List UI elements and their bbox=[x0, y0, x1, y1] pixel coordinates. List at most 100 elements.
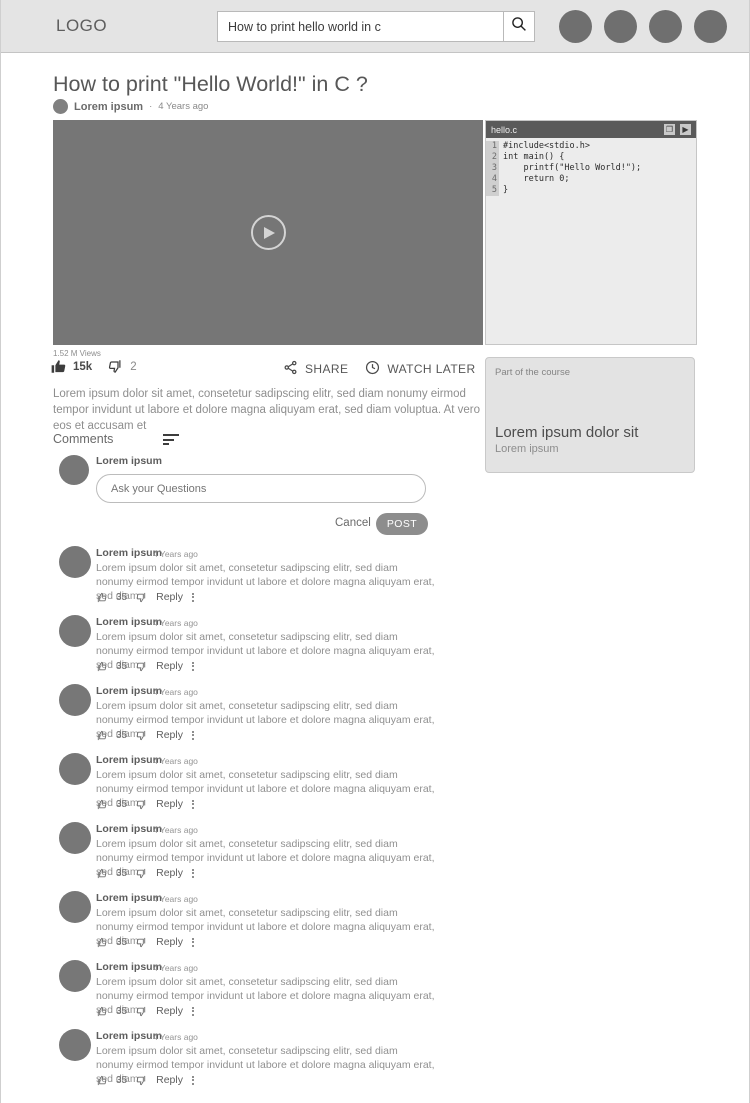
author-avatar bbox=[53, 99, 68, 114]
run-icon[interactable]: ▶ bbox=[680, 124, 691, 135]
video-action-bar: SHARE WATCH LATER bbox=[283, 360, 500, 378]
reply-button[interactable]: Reply bbox=[156, 729, 183, 741]
thumbs-up-icon[interactable] bbox=[96, 661, 107, 672]
current-user-name: Lorem ipsum bbox=[96, 455, 162, 467]
cancel-button[interactable]: Cancel bbox=[335, 517, 371, 529]
reply-button[interactable]: Reply bbox=[156, 1074, 183, 1086]
thumbs-up-icon[interactable] bbox=[96, 1006, 107, 1017]
code-panel: hello.c ❐ ▶ 1 2 3 4 5 #include<stdio.h> … bbox=[485, 120, 697, 345]
comment-like-count: 35 bbox=[116, 729, 128, 741]
thumbs-down-icon[interactable] bbox=[136, 730, 147, 741]
course-card-label: Part of the course bbox=[495, 367, 570, 378]
reply-button[interactable]: Reply bbox=[156, 660, 183, 672]
reply-button[interactable]: Reply bbox=[156, 798, 183, 810]
page-title: How to print "Hello World!" in C ? bbox=[53, 72, 368, 96]
avatar[interactable] bbox=[559, 10, 592, 43]
reply-button[interactable]: Reply bbox=[156, 1005, 183, 1017]
thumbs-up-icon[interactable] bbox=[96, 592, 107, 603]
author-name[interactable]: Lorem ipsum bbox=[74, 101, 143, 113]
comment-item: Lorem ipsum 4 Years ago Lorem ipsum dolo… bbox=[1, 957, 749, 1026]
thumbs-down-icon[interactable] bbox=[108, 359, 123, 374]
copy-icon[interactable]: ❐ bbox=[664, 124, 675, 135]
play-triangle-icon bbox=[264, 226, 275, 239]
thumbs-up-icon[interactable] bbox=[96, 730, 107, 741]
comment-time: 4 Years ago bbox=[153, 549, 198, 559]
avatar[interactable] bbox=[59, 615, 91, 647]
avatar[interactable] bbox=[59, 546, 91, 578]
code-panel-titlebar: hello.c ❐ ▶ bbox=[486, 121, 696, 138]
avatar[interactable] bbox=[59, 822, 91, 854]
view-count: 1.52 M Views bbox=[53, 349, 101, 358]
comment-actions: 35 Reply bbox=[96, 867, 194, 879]
thumbs-up-icon[interactable] bbox=[51, 359, 66, 374]
play-button-icon[interactable] bbox=[250, 215, 286, 250]
thumbs-up-icon[interactable] bbox=[96, 799, 107, 810]
avatar[interactable] bbox=[649, 10, 682, 43]
avatar[interactable] bbox=[59, 753, 91, 785]
search-button[interactable] bbox=[504, 11, 535, 42]
comment-actions: 35 Reply bbox=[96, 729, 194, 741]
post-button[interactable]: POST bbox=[376, 513, 428, 535]
thumbs-up-icon[interactable] bbox=[96, 937, 107, 948]
rating-bar: 15k 2 bbox=[51, 359, 137, 374]
avatar[interactable] bbox=[604, 10, 637, 43]
comment-more-icon[interactable] bbox=[191, 1006, 194, 1016]
video-description: Lorem ipsum dolor sit amet, consetetur s… bbox=[53, 388, 481, 432]
comment-input-wrapper[interactable] bbox=[96, 474, 426, 503]
comment-more-icon[interactable] bbox=[191, 592, 194, 602]
comment-actions: 35 Reply bbox=[96, 1005, 194, 1017]
comment-like-count: 35 bbox=[116, 1005, 128, 1017]
video-player[interactable] bbox=[53, 120, 483, 345]
watch-later-button[interactable]: WATCH LATER bbox=[365, 360, 475, 378]
comment-more-icon[interactable] bbox=[191, 799, 194, 809]
thumbs-down-icon[interactable] bbox=[136, 799, 147, 810]
byline: Lorem ipsum · 4 Years ago bbox=[53, 99, 208, 114]
reply-button[interactable]: Reply bbox=[156, 867, 183, 879]
search-icon bbox=[511, 16, 527, 37]
avatar[interactable] bbox=[59, 891, 91, 923]
code-content[interactable]: #include<stdio.h> int main() { printf("H… bbox=[499, 141, 641, 196]
comments-heading: Comments bbox=[53, 432, 114, 446]
comment-more-icon[interactable] bbox=[191, 730, 194, 740]
thumbs-down-icon[interactable] bbox=[136, 592, 147, 603]
code-panel-actions: ❐ ▶ bbox=[664, 124, 691, 135]
comment-actions: 35 Reply bbox=[96, 936, 194, 948]
share-button[interactable]: SHARE bbox=[283, 360, 348, 378]
thumbs-up-icon[interactable] bbox=[96, 1075, 107, 1086]
comment-more-icon[interactable] bbox=[191, 1075, 194, 1085]
code-line-numbers: 1 2 3 4 5 bbox=[486, 141, 499, 196]
sort-icon[interactable] bbox=[163, 434, 179, 448]
comment-more-icon[interactable] bbox=[191, 661, 194, 671]
reply-button[interactable]: Reply bbox=[156, 591, 183, 603]
comment-time: 4 Years ago bbox=[153, 894, 198, 904]
thumbs-up-icon[interactable] bbox=[96, 868, 107, 879]
avatar[interactable] bbox=[59, 1029, 91, 1061]
comment-item: Lorem ipsum 4 Years ago Lorem ipsum dolo… bbox=[1, 819, 749, 888]
thumbs-down-icon[interactable] bbox=[136, 937, 147, 948]
comment-like-count: 35 bbox=[116, 867, 128, 879]
comment-more-icon[interactable] bbox=[191, 937, 194, 947]
course-card[interactable]: Part of the course Lorem ipsum dolor sit… bbox=[485, 357, 695, 473]
comment-item: Lorem ipsum 4 Years ago Lorem ipsum dolo… bbox=[1, 612, 749, 681]
search-input[interactable] bbox=[218, 12, 503, 41]
comment-more-icon[interactable] bbox=[191, 868, 194, 878]
avatar[interactable] bbox=[59, 684, 91, 716]
comment-actions: 35 Reply bbox=[96, 1074, 194, 1086]
search-input-wrapper[interactable] bbox=[217, 11, 504, 42]
comment-like-count: 35 bbox=[116, 591, 128, 603]
avatar[interactable] bbox=[59, 960, 91, 992]
share-icon bbox=[283, 360, 298, 378]
comment-like-count: 35 bbox=[116, 1074, 128, 1086]
avatar[interactable] bbox=[694, 10, 727, 43]
comment-input[interactable] bbox=[97, 475, 425, 502]
thumbs-down-icon[interactable] bbox=[136, 868, 147, 879]
comment-time: 4 Years ago bbox=[153, 687, 198, 697]
logo[interactable]: LOGO bbox=[56, 16, 107, 36]
posted-time: 4 Years ago bbox=[158, 101, 209, 112]
thumbs-down-icon[interactable] bbox=[136, 1006, 147, 1017]
thumbs-down-icon[interactable] bbox=[136, 661, 147, 672]
reply-button[interactable]: Reply bbox=[156, 936, 183, 948]
clock-icon bbox=[365, 360, 380, 378]
code-body: 1 2 3 4 5 #include<stdio.h> int main() {… bbox=[486, 138, 696, 196]
thumbs-down-icon[interactable] bbox=[136, 1075, 147, 1086]
